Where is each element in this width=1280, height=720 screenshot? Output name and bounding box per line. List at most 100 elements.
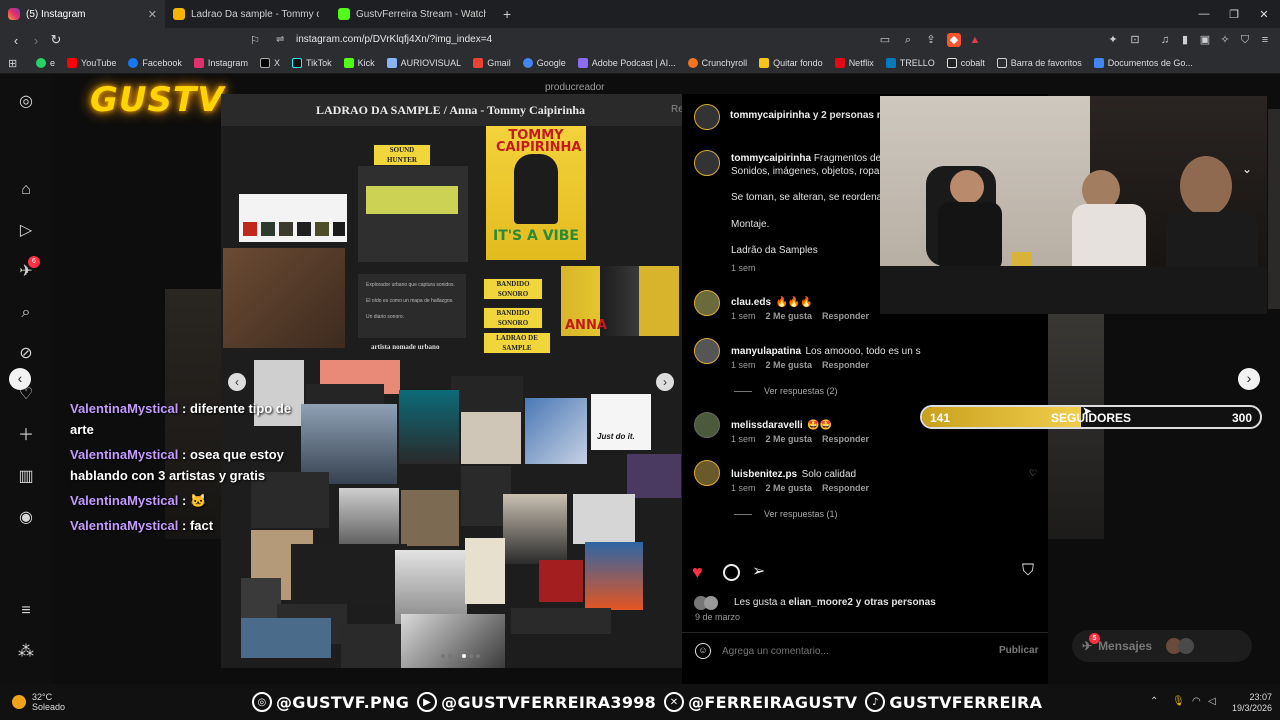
menu-icon[interactable]: ≡ xyxy=(1258,33,1272,47)
bookmark-quitar[interactable]: Quitar fondo xyxy=(753,57,829,68)
dashboard-icon[interactable]: ▥ xyxy=(16,467,36,487)
view-replies-button[interactable]: Ver respuestas (2) xyxy=(734,386,838,396)
bookmark-aurio[interactable]: AURIOVISUAL xyxy=(381,57,468,68)
weather-widget[interactable]: 32°C Soleado xyxy=(12,692,65,712)
carousel-prev-button[interactable]: ‹ xyxy=(228,373,246,391)
music-icon[interactable]: ♫ xyxy=(1158,33,1172,47)
brave-shield-icon[interactable]: ◆ xyxy=(947,33,961,47)
next-post-button[interactable]: › xyxy=(1238,368,1260,390)
bookmark-youtube[interactable]: YouTube xyxy=(61,57,122,68)
messages-button[interactable]: ✈ 5 Mensajes xyxy=(1072,630,1252,662)
bookmark-whatsapp[interactable]: e xyxy=(30,57,61,68)
reply-button[interactable]: Responder xyxy=(822,311,869,321)
owner-username[interactable]: tommycaipirinha xyxy=(730,110,810,121)
comment-likes[interactable]: 2 Me gusta xyxy=(766,434,813,444)
bookmark-cobalt[interactable]: cobalt xyxy=(941,57,991,68)
meta-apps-icon[interactable]: ⁂ xyxy=(16,642,36,662)
reply-button[interactable]: Responder xyxy=(822,360,869,370)
sidebar-icon[interactable]: ▮ xyxy=(1178,33,1192,47)
comment-likes[interactable]: 2 Me gusta xyxy=(766,483,813,493)
comment-username[interactable]: clau.eds xyxy=(731,297,771,308)
comment-input[interactable] xyxy=(722,642,982,660)
comment-username[interactable]: luisbenitez.ps xyxy=(731,469,797,480)
bookmark-netflix[interactable]: Netflix xyxy=(829,57,880,68)
bookmark-crunchyroll[interactable]: Crunchyroll xyxy=(682,57,754,68)
bookmark-docs[interactable]: Documentos de Go... xyxy=(1088,57,1199,68)
maximize-icon[interactable]: ❐ xyxy=(1218,0,1250,28)
more-menu-icon[interactable]: ≡ xyxy=(16,601,36,621)
post-image[interactable]: LADRAO DA SAMPLE / Anna - Tommy Caipirin… xyxy=(221,94,682,668)
apps-grid-icon[interactable]: ⊞ xyxy=(8,57,17,70)
back-icon[interactable]: ‹ xyxy=(6,30,26,50)
tab-instagram[interactable]: (5) Instagram ✕ xyxy=(0,0,165,28)
rewards-icon[interactable]: ▲ xyxy=(968,33,982,47)
comment-icon[interactable] xyxy=(723,564,740,581)
like-comment-icon[interactable]: ♡ xyxy=(1029,468,1037,479)
bookmark-facebook[interactable]: Facebook xyxy=(122,57,188,68)
avatar[interactable] xyxy=(694,104,720,130)
bookmark-instagram[interactable]: Instagram xyxy=(188,57,254,68)
messages-icon[interactable]: ✈ 6 xyxy=(16,256,40,282)
share-icon[interactable]: ⇪ xyxy=(924,33,938,47)
previous-post-button[interactable]: ‹ xyxy=(9,368,31,390)
cast-icon[interactable]: ▭ xyxy=(878,33,892,47)
reels-icon[interactable]: ▷ xyxy=(16,221,36,241)
minimize-icon[interactable]: — xyxy=(1188,0,1220,28)
publish-button[interactable]: Publicar xyxy=(999,645,1038,656)
system-clock[interactable]: 23:07 19/3/2026 xyxy=(1228,692,1272,714)
microphone-icon[interactable]: 🎙 xyxy=(1172,696,1185,707)
bookmark-x[interactable]: X xyxy=(254,57,286,68)
reply-button[interactable]: Responder xyxy=(822,434,869,444)
comment-likes[interactable]: 2 Me gusta xyxy=(766,311,813,321)
tab-ladrao[interactable]: Ladrao Da sample - Tommy caipirinh xyxy=(165,0,330,28)
comment-username[interactable]: manyulapatina xyxy=(731,346,801,357)
volume-icon[interactable]: ◁ xyxy=(1208,696,1216,707)
bookmark-gmail[interactable]: Gmail xyxy=(467,57,517,68)
avatar[interactable] xyxy=(694,290,720,316)
home-icon[interactable]: ⌂ xyxy=(16,180,36,200)
tab-kick[interactable]: GustvFerreira Stream - Watch Live xyxy=(330,0,495,28)
wifi-icon[interactable]: ◠ xyxy=(1192,696,1201,707)
tray-expand-icon[interactable]: ⌃ xyxy=(1150,696,1158,707)
window-close-icon[interactable]: ✕ xyxy=(1248,0,1280,28)
avatar[interactable] xyxy=(694,412,720,438)
carousel-next-button[interactable]: › xyxy=(656,373,674,391)
zoom-icon[interactable]: ⌕ xyxy=(901,33,915,47)
extensions-icon[interactable]: ✦ xyxy=(1106,33,1120,47)
reply-button[interactable]: Responder xyxy=(822,483,869,493)
bookmark-google[interactable]: Google xyxy=(517,57,572,68)
vpn-icon[interactable]: ⛉ xyxy=(1238,33,1252,47)
wallet-icon[interactable]: ▣ xyxy=(1198,33,1212,47)
emoji-icon[interactable]: ☺ xyxy=(695,643,711,659)
caption-username[interactable]: tommycaipirinha xyxy=(731,153,811,164)
forward-icon[interactable]: › xyxy=(26,30,46,50)
view-replies-button[interactable]: Ver respuestas (1) xyxy=(734,509,838,519)
screenshot-icon[interactable]: ⊡ xyxy=(1128,33,1142,47)
bookmark-kick[interactable]: Kick xyxy=(338,57,381,68)
reload-icon[interactable]: ↻ xyxy=(46,30,66,50)
comment-username[interactable]: melissdaravelli xyxy=(731,420,803,431)
explore-icon[interactable]: ⊘ xyxy=(16,344,36,364)
search-icon[interactable]: ⌕ xyxy=(16,303,36,323)
chevron-down-icon[interactable]: ⌄ xyxy=(1242,162,1252,176)
create-icon[interactable]: ＋ xyxy=(16,426,36,446)
bookmark-tiktok[interactable]: TikTok xyxy=(286,57,338,68)
bookmark-favorites-folder[interactable]: Barra de favoritos xyxy=(991,57,1088,68)
bookmark-icon[interactable]: ⚐ xyxy=(245,30,265,50)
avatar[interactable] xyxy=(694,338,720,364)
bookmark-adobe[interactable]: Adobe Podcast | AI... xyxy=(572,57,682,68)
share-icon[interactable]: ➢ xyxy=(752,561,765,581)
site-info-icon[interactable]: ⇌ xyxy=(276,31,284,49)
avatar[interactable] xyxy=(694,150,720,176)
instagram-logo-icon[interactable]: ◎ xyxy=(16,92,36,112)
save-icon[interactable]: ⛉ xyxy=(1022,562,1034,580)
bookmark-trello[interactable]: TRELLO xyxy=(880,57,941,68)
likes-user[interactable]: elian_moore2 xyxy=(788,597,852,608)
close-icon[interactable]: ✕ xyxy=(148,8,157,21)
comment-likes[interactable]: 2 Me gusta xyxy=(766,360,813,370)
profile-icon[interactable]: ◉ xyxy=(16,508,36,528)
avatar[interactable] xyxy=(694,460,720,486)
liked-heart-icon[interactable]: ♥ xyxy=(692,562,703,583)
new-tab-button[interactable]: + xyxy=(495,0,519,28)
leo-ai-icon[interactable]: ✧ xyxy=(1218,33,1232,47)
